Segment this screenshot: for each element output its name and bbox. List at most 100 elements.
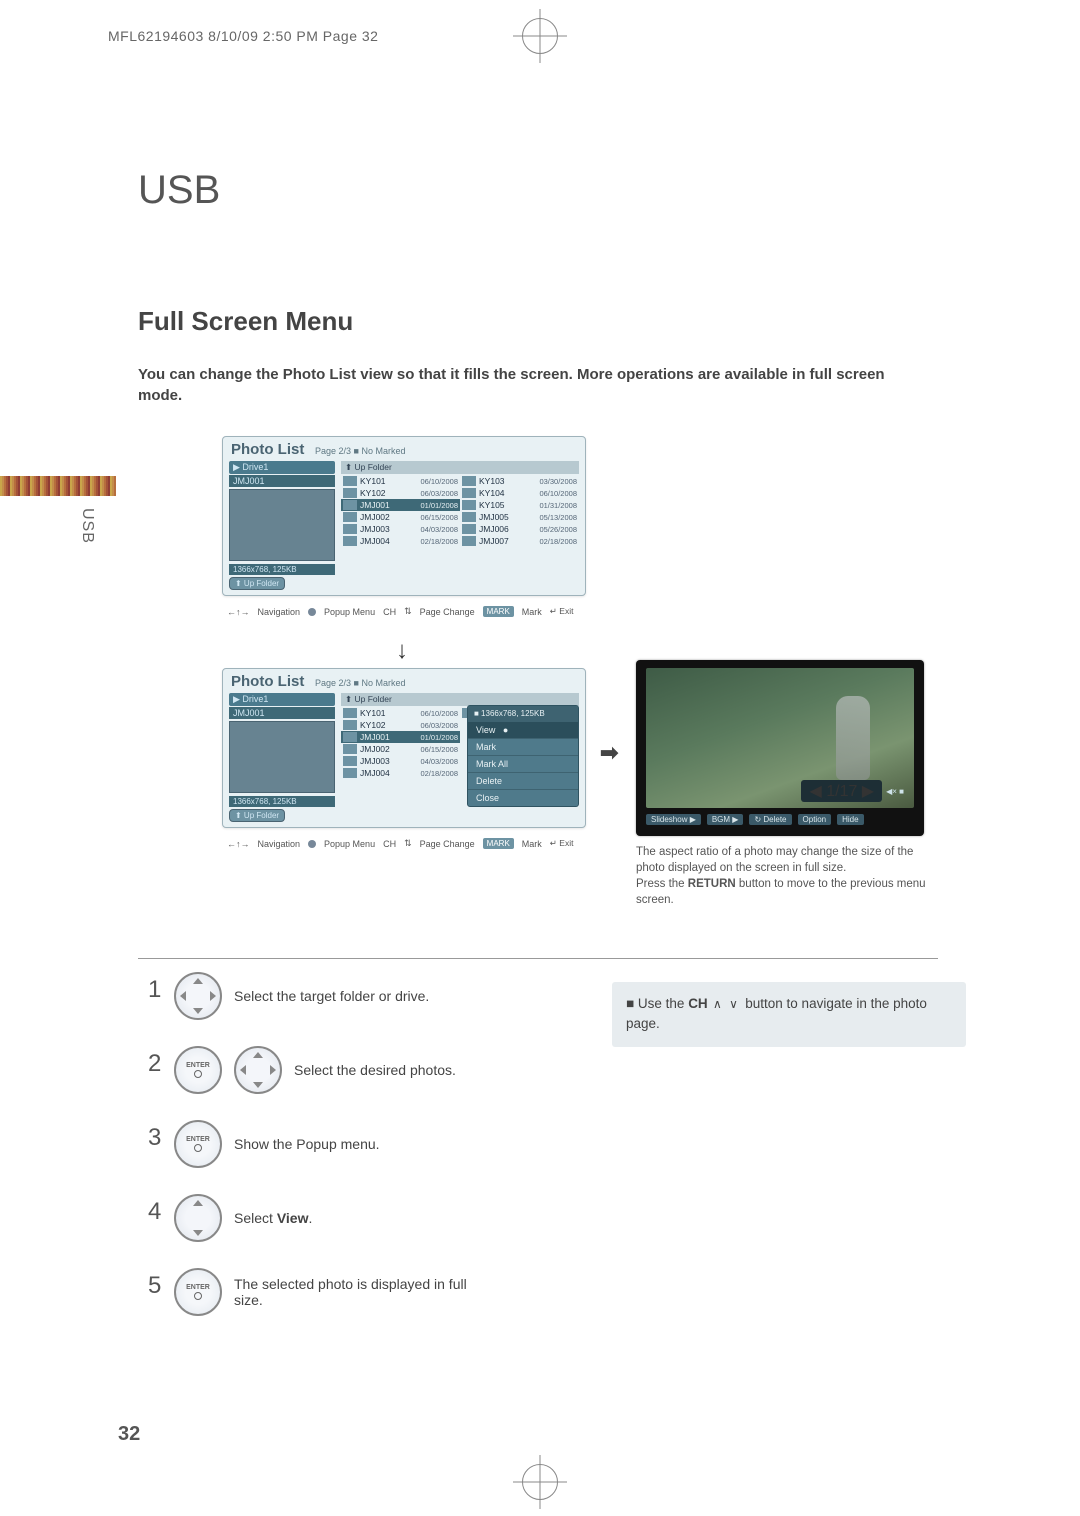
step-text: Select View.: [234, 1210, 312, 1226]
file-name: JMJ003: [360, 756, 417, 766]
context-popup-menu: ■ 1366x768, 125KB View ● Mark Mark All D…: [467, 705, 579, 807]
player-counter: ◀ 1/17 ▶: [801, 780, 882, 802]
file-item[interactable]: KY10206/03/2008: [341, 487, 460, 499]
file-column-a: KY10106/10/2008 KY10206/03/2008 JMJ00101…: [341, 475, 460, 547]
file-date: 06/15/2008: [420, 745, 458, 754]
file-item-selected[interactable]: JMJ00101/01/2008: [341, 731, 460, 743]
up-folder-row[interactable]: ⬆ Up Folder: [341, 461, 579, 474]
page-number: 32: [118, 1423, 140, 1446]
file-date: 06/10/2008: [539, 489, 577, 498]
file-name: KY102: [360, 488, 417, 498]
file-name: JMJ007: [479, 536, 536, 546]
step-4: 4 Select View.: [148, 1194, 568, 1242]
dot-icon: [308, 608, 316, 616]
step-1: 1 Select the target folder or drive.: [148, 972, 568, 1020]
page-change-label: Page Change: [420, 839, 475, 849]
side-color-strip: [0, 476, 116, 496]
file-item[interactable]: JMJ00605/26/2008: [460, 523, 579, 535]
file-grid: ⬆ Up Folder KY10106/10/2008 KY10206/03/2…: [341, 461, 579, 547]
player-hide-button[interactable]: Hide: [837, 814, 863, 825]
player-image-area: ◀ 1/17 ▶ ◀× ■: [646, 668, 914, 808]
file-name: JMJ001: [360, 500, 417, 510]
player-vol-icon: ◀× ■: [886, 787, 904, 796]
file-name: JMJ005: [479, 512, 536, 522]
player-slideshow-button[interactable]: Slideshow ▶: [646, 814, 701, 825]
file-date: 05/13/2008: [539, 513, 577, 522]
player-control-bar: Slideshow ▶ BGM ▶ ↻ Delete Option Hide: [646, 810, 914, 828]
file-item[interactable]: JMJ00402/18/2008: [341, 535, 460, 547]
file-item[interactable]: KY10303/30/2008: [460, 475, 579, 487]
mark-badge: MARK: [483, 838, 514, 849]
file-date: 06/10/2008: [420, 709, 458, 718]
step-view-keyword: View: [277, 1210, 309, 1226]
file-name: KY101: [360, 708, 417, 718]
file-item[interactable]: JMJ00402/18/2008: [341, 767, 460, 779]
file-date: 01/01/2008: [420, 501, 458, 510]
file-item[interactable]: KY10406/10/2008: [460, 487, 579, 499]
player-bgm-button[interactable]: BGM ▶: [707, 814, 744, 825]
file-item[interactable]: JMJ00206/15/2008: [341, 511, 460, 523]
page-title: USB: [138, 168, 220, 213]
mark-badge: MARK: [483, 606, 514, 617]
file-date: 06/15/2008: [420, 513, 458, 522]
section-title: Full Screen Menu: [138, 306, 353, 337]
file-name: JMJ004: [360, 536, 417, 546]
player-option-button[interactable]: Option: [798, 814, 832, 825]
file-item[interactable]: KY10206/03/2008: [341, 719, 460, 731]
file-name: JMJ002: [360, 744, 417, 754]
thumb-icon: [462, 536, 476, 546]
panel-left-sidebar: ▶ Drive1 JMJ001 1366x768, 125KB ⬆ Up Fol…: [229, 461, 335, 590]
enter-dot-icon: [194, 1292, 202, 1300]
player-delete-button[interactable]: ↻ Delete: [749, 814, 791, 825]
file-item[interactable]: JMJ00702/18/2008: [460, 535, 579, 547]
enter-button-icon: ENTER: [174, 1046, 222, 1094]
file-item[interactable]: KY10106/10/2008: [341, 475, 460, 487]
file-item[interactable]: KY10501/31/2008: [460, 499, 579, 511]
step-number: 2: [148, 1050, 162, 1078]
file-item[interactable]: KY10106/10/2008: [341, 707, 460, 719]
panel-hint-strip: ←↑→ Navigation Popup Menu CH ⇅ Page Chan…: [223, 606, 585, 617]
side-tab-label: USB: [78, 508, 96, 544]
file-item[interactable]: JMJ00505/13/2008: [460, 511, 579, 523]
file-item-selected[interactable]: JMJ00101/01/2008: [341, 499, 460, 511]
file-date: 02/18/2008: [420, 537, 458, 546]
drive-label: ▶ Drive1: [229, 693, 335, 706]
step-text: Show the Popup menu.: [234, 1136, 380, 1152]
file-item[interactable]: JMJ00304/03/2008: [341, 523, 460, 535]
ch-label: CH: [383, 839, 396, 849]
photo-list-panel-grid: Photo List Page 2/3 ■ No Marked ▶ Drive1…: [222, 436, 586, 596]
thumb-icon: [343, 488, 357, 498]
popup-item-view[interactable]: View ●: [468, 721, 578, 738]
file-item[interactable]: JMJ00304/03/2008: [341, 755, 460, 767]
step-number: 4: [148, 1198, 162, 1226]
file-size-label: 1366x768, 125KB: [229, 796, 335, 807]
file-column-b: KY10303/30/2008 KY10406/10/2008 KY10501/…: [460, 475, 579, 547]
file-name: JMJ003: [360, 524, 417, 534]
up-folder-button[interactable]: ⬆ Up Folder: [229, 809, 285, 822]
updown-icon: ⇅: [404, 838, 412, 849]
file-date: 06/03/2008: [420, 489, 458, 498]
file-name: KY101: [360, 476, 417, 486]
selected-file-name: JMJ001: [229, 475, 335, 487]
popup-item-mark-all[interactable]: Mark All: [468, 755, 578, 772]
thumb-icon: [343, 744, 357, 754]
popup-item-close[interactable]: Close: [468, 789, 578, 806]
file-date: 02/18/2008: [539, 537, 577, 546]
thumb-icon: [343, 720, 357, 730]
file-column-a: KY10106/10/2008 KY10206/03/2008 JMJ00101…: [341, 707, 460, 779]
file-date: 01/31/2008: [539, 501, 577, 510]
file-name: KY102: [360, 720, 417, 730]
nav-label: Navigation: [258, 839, 301, 849]
popup-item-delete[interactable]: Delete: [468, 772, 578, 789]
nav-icon: ←↑→: [227, 607, 250, 617]
up-folder-button[interactable]: ⬆ Up Folder: [229, 577, 285, 590]
panel-left-sidebar: ▶ Drive1 JMJ001 1366x768, 125KB ⬆ Up Fol…: [229, 693, 335, 822]
player-image-subject: [836, 696, 870, 780]
thumb-icon: [343, 500, 357, 510]
enter-label: ENTER: [186, 1062, 210, 1069]
enter-button-icon: ENTER: [174, 1120, 222, 1168]
file-item[interactable]: JMJ00206/15/2008: [341, 743, 460, 755]
popup-item-mark[interactable]: Mark: [468, 738, 578, 755]
thumb-icon: [343, 768, 357, 778]
steps-list: 1 Select the target folder or drive. 2 E…: [148, 972, 568, 1342]
